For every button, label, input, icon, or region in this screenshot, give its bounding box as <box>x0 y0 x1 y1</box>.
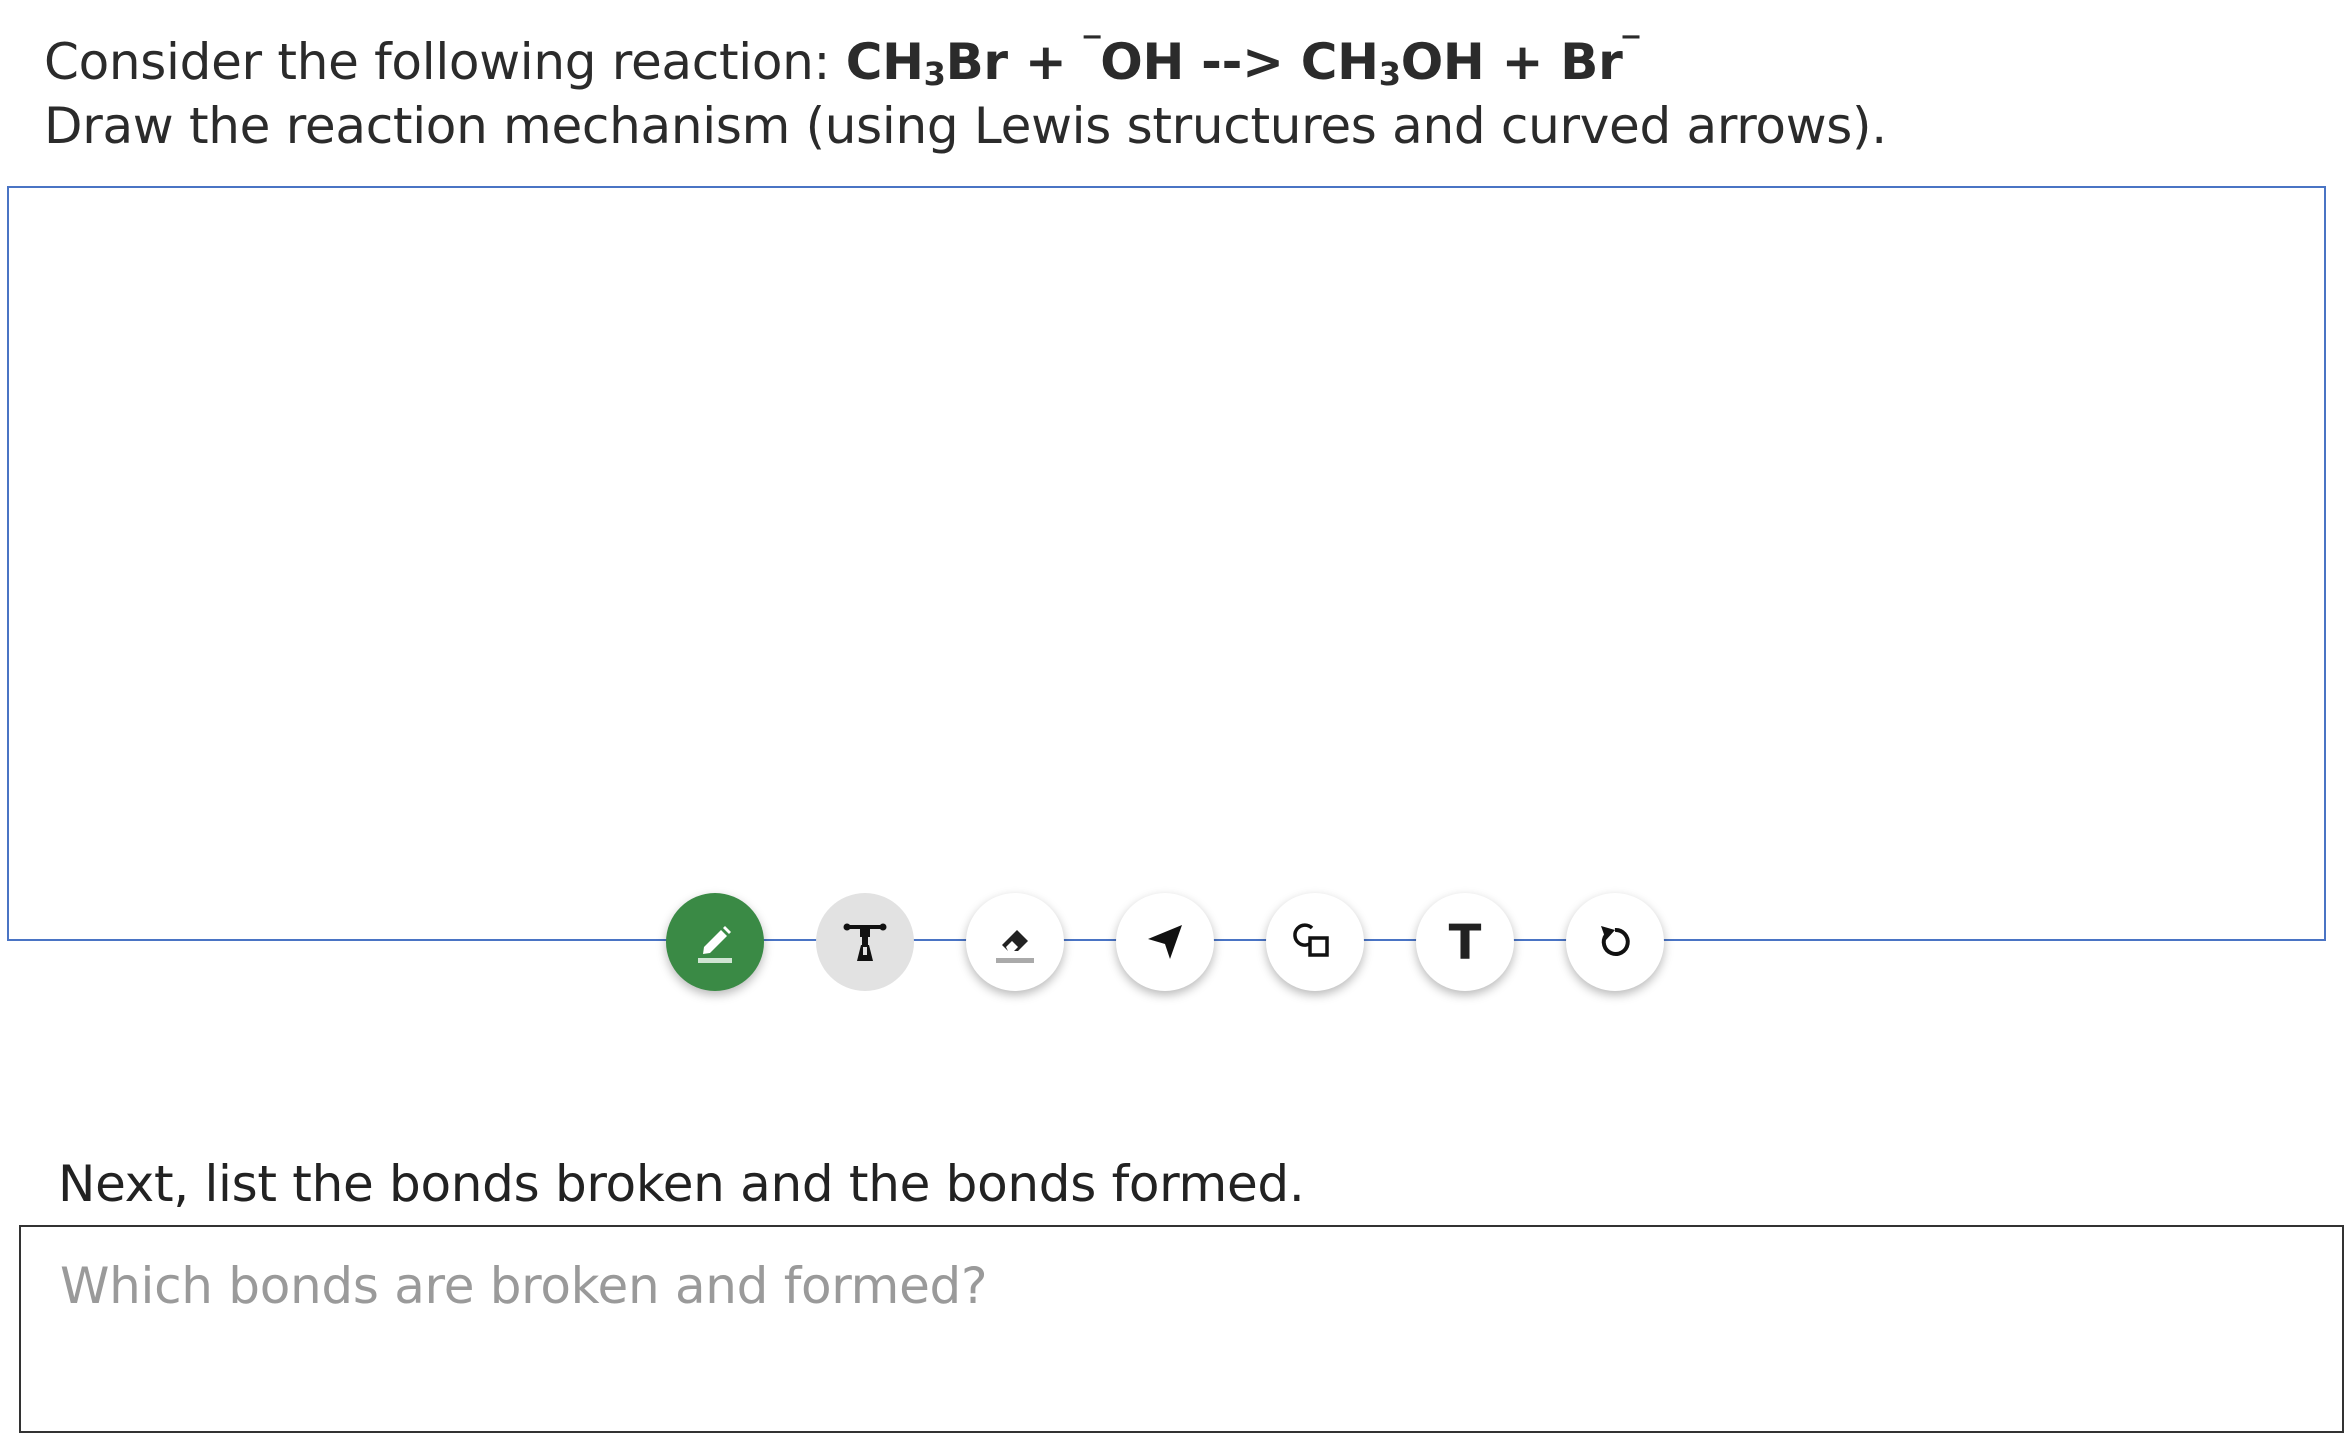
pencil-icon <box>698 926 732 963</box>
bonds-prompt: Next, list the bonds broken and the bond… <box>58 1155 1305 1213</box>
product-ch3oh-ch: CH <box>1300 33 1379 91</box>
undo-icon <box>1601 926 1630 956</box>
lab-stand-tool-button[interactable] <box>816 893 914 991</box>
reactant-hydroxide: OH <box>1100 33 1185 91</box>
product-ch3oh-oh: OH <box>1400 33 1485 91</box>
shapes-icon <box>1293 923 1329 957</box>
reaction-arrow: --> <box>1184 33 1301 91</box>
reactant-ch3br-br: Br <box>945 33 1008 91</box>
question-intro: Consider the following reaction: <box>44 33 846 91</box>
product-bromide: Br <box>1560 33 1623 91</box>
drawing-canvas[interactable] <box>7 186 2326 941</box>
reactant-ch3br-subscript: 3 <box>923 55 946 93</box>
eraser-tool-button[interactable] <box>966 893 1064 991</box>
question-instruction: Draw the reaction mechanism (using Lewis… <box>44 97 1887 155</box>
eraser-icon <box>996 930 1034 963</box>
text-tool-glyph: T <box>1449 917 1482 967</box>
product-ch3oh-subscript: 3 <box>1378 55 1401 93</box>
plus-sign: + <box>1007 33 1084 91</box>
pencil-tool-button[interactable] <box>666 893 764 991</box>
question-text: Consider the following reaction: CH3Br +… <box>44 30 1887 158</box>
hydroxide-charge: ‾ <box>1083 30 1101 70</box>
question-line-reaction: Consider the following reaction: CH3Br +… <box>44 30 1887 94</box>
text-icon: T <box>1449 917 1482 967</box>
bromide-charge: ‾ <box>1622 30 1640 70</box>
shapes-tool-button[interactable] <box>1266 893 1364 991</box>
plus-sign: + <box>1484 33 1561 91</box>
reactant-ch3br-ch: CH <box>845 33 924 91</box>
text-tool-button[interactable]: T <box>1416 893 1514 991</box>
lab-stand-icon <box>843 923 887 961</box>
reaction-equation: CH3Br + ‾OH --> CH3OH + Br‾ <box>845 30 1640 93</box>
undo-tool-button[interactable] <box>1566 893 1664 991</box>
arrow-pointer-icon <box>1148 925 1182 959</box>
arrow-tool-button[interactable] <box>1116 893 1214 991</box>
bonds-answer-input[interactable] <box>19 1225 2344 1433</box>
